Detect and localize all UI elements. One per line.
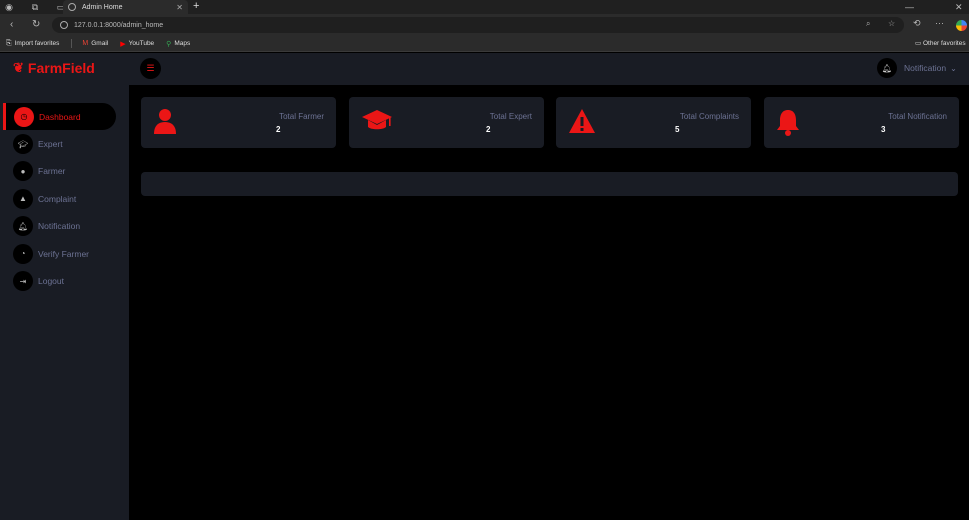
sidebar-item-label: Logout [38,276,64,287]
bookmark-maps[interactable]: ⚲ Maps [166,40,190,48]
sidebar-item-label: Verify Farmer [38,248,90,259]
close-tab-icon[interactable]: ✕ [176,3,183,12]
card-value: 3 [881,125,886,134]
bell-icon: 🔔︎ [13,216,33,237]
sidebar-toggle-button[interactable]: ☰ [140,58,161,79]
sprout-icon: ❦ [13,60,24,75]
workspaces-icon[interactable]: ⧉ [28,0,42,14]
stat-card-total-expert: Total Expert 2 [349,97,544,148]
browser-tab-admin-home[interactable]: Admin Home ✕ [63,0,188,14]
hamburger-icon: ☰ [146,63,155,73]
gmail-icon: M [82,40,89,47]
profile-avatar-icon[interactable]: ◉ [2,0,16,14]
bookmark-import-favorites[interactable]: ⎘ Import favorites [6,40,59,48]
stat-card-total-notification: Total Notification 3 [764,97,959,148]
copilot-icon[interactable] [956,20,967,31]
graduation-cap-icon: 🎓︎ [13,134,33,155]
brand-logo[interactable]: ❦ FarmField [13,60,95,76]
folder-icon: ▭ [915,40,922,47]
card-value: 2 [276,125,281,134]
sidebar-item-label: Expert [38,139,63,150]
sidebar-item-dashboard[interactable]: ◷ Dashboard [3,103,116,131]
back-arrow-icon[interactable]: ‹ [10,18,13,32]
card-title: Total Expert [489,112,532,121]
more-options-icon[interactable]: ··· [935,18,944,28]
address-toolbar: ‹ ↻ 127.0.0.1:8000/admin_home ⌕ ☆ [0,14,969,36]
warning-icon [568,108,596,141]
tab-title: Admin Home [82,3,123,11]
card-title: Total Farmer [279,112,324,121]
card-value: 5 [675,125,680,134]
sidebar-item-notification[interactable]: 🔔︎ Notification [3,213,129,240]
dashboard-icon: ◷ [14,106,34,127]
favorite-star-icon[interactable]: ☆ [888,19,895,28]
new-tab-button[interactable]: + [193,0,199,14]
user-icon [153,108,177,141]
sidebar-item-label: Dashboard [39,111,81,122]
sidebar-item-verify-farmer[interactable]: ◔ Verify Farmer [3,240,129,267]
globe-icon [68,3,76,11]
sidebar-menu: ◷ Dashboard 🎓︎ Expert ● Farmer ▲ Complai… [3,103,129,295]
sidebar-item-label: Notification [38,221,81,232]
close-window-icon[interactable]: ✕ [955,0,963,14]
user-icon: ● [13,161,33,182]
other-favorites[interactable]: ▭ Other favorites [915,39,966,47]
bookmark-divider [71,39,73,48]
sidebar-item-farmer[interactable]: ● Farmer [3,158,129,185]
card-value: 2 [486,125,491,134]
verify-icon: ◔ [13,243,33,264]
warning-icon: ▲ [13,188,33,209]
bookmarks-bar: ⎘ Import favorites M Gmail ▶ YouTube ⚲ Maps [0,36,969,52]
sidebar-item-label: Farmer [38,166,66,177]
sidebar-item-complaint[interactable]: ▲ Complaint [3,185,129,212]
maps-icon: ⚲ [166,40,172,48]
import-icon: ⎘ [6,39,12,47]
sidebar-item-logout[interactable]: ⇥ Logout [3,267,129,294]
bell-icon: 🔔︎ [877,58,897,78]
card-title: Total Complaints [679,112,739,121]
url-text[interactable]: 127.0.0.1:8000/admin_home [74,22,163,29]
notification-dropdown[interactable]: 🔔︎ Notification ⌄ [877,58,957,78]
sidebar-item-expert[interactable]: 🎓︎ Expert [3,130,129,157]
site-info-icon[interactable] [60,21,68,29]
notification-label: Notification [904,63,947,73]
youtube-icon: ▶ [120,40,126,48]
brand-name: FarmField [27,60,95,76]
bookmark-youtube[interactable]: ▶ YouTube [120,40,154,48]
bookmark-gmail[interactable]: M Gmail [82,40,108,47]
bell-icon [776,108,800,143]
content-panel [141,172,958,196]
chevron-down-icon: ⌄ [950,63,957,73]
address-bar[interactable]: 127.0.0.1:8000/admin_home ⌕ ☆ [52,17,904,33]
card-title: Total Notification [888,112,947,121]
graduation-cap-icon [361,108,393,139]
logout-icon: ⇥ [13,271,33,292]
minimize-icon[interactable]: — [905,0,914,14]
sidebar-item-label: Complaint [38,193,77,204]
read-aloud-icon[interactable]: ⌕ [866,19,870,29]
stat-card-total-farmer: Total Farmer 2 [141,97,336,148]
refresh-icon[interactable]: ↻ [32,18,40,32]
stat-card-total-complaints: Total Complaints 5 [556,97,751,148]
extensions-icon[interactable]: ⟲ [913,18,921,29]
